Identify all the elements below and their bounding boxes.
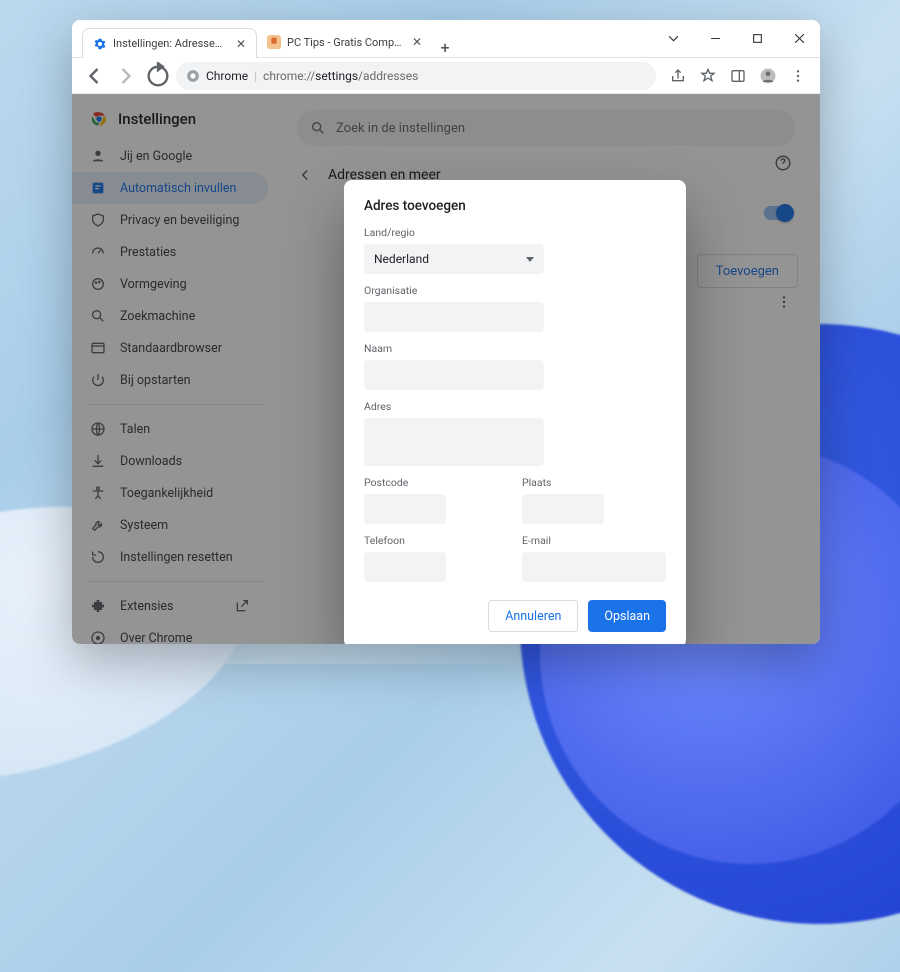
forward-button[interactable] <box>112 62 140 90</box>
site-icon <box>267 35 281 49</box>
email-label: E-mail <box>522 534 666 547</box>
close-icon[interactable]: ✕ <box>236 37 246 51</box>
cancel-button[interactable]: Annuleren <box>488 600 578 632</box>
city-input[interactable] <box>522 494 604 524</box>
close-button[interactable] <box>778 20 820 57</box>
kebab-menu-icon[interactable] <box>784 62 812 90</box>
tab-strip: Instellingen: Adressen en meer ✕ PC Tips… <box>72 20 652 57</box>
email-input[interactable] <box>522 552 666 582</box>
maximize-button[interactable] <box>736 20 778 57</box>
name-label: Naam <box>364 342 666 355</box>
dialog-title: Adres toevoegen <box>364 198 666 214</box>
tab-label: Instellingen: Adressen en meer <box>113 37 228 50</box>
minimize-button[interactable] <box>694 20 736 57</box>
toolbar: Chrome | chrome://settings/addresses <box>72 58 820 94</box>
back-button[interactable] <box>80 62 108 90</box>
org-input[interactable] <box>364 302 544 332</box>
add-address-dialog: Adres toevoegen Land/regio Nederland Org… <box>344 180 686 644</box>
postcode-input[interactable] <box>364 494 446 524</box>
url-scheme-label: Chrome <box>206 69 248 83</box>
country-select[interactable]: Nederland <box>364 244 544 274</box>
gear-icon <box>93 37 107 51</box>
reload-button[interactable] <box>144 62 172 90</box>
postcode-label: Postcode <box>364 476 508 489</box>
chrome-window: Instellingen: Adressen en meer ✕ PC Tips… <box>72 20 820 644</box>
city-label: Plaats <box>522 476 666 489</box>
chevron-down-icon[interactable] <box>652 20 694 57</box>
country-label: Land/regio <box>364 226 666 239</box>
side-panel-icon[interactable] <box>724 62 752 90</box>
address-label: Adres <box>364 400 666 413</box>
titlebar: Instellingen: Adressen en meer ✕ PC Tips… <box>72 20 820 58</box>
name-input[interactable] <box>364 360 544 390</box>
new-tab-button[interactable]: + <box>432 38 458 57</box>
tab-label: PC Tips - Gratis Computer Tips, v <box>287 36 404 49</box>
org-label: Organisatie <box>364 284 666 297</box>
bookmark-icon[interactable] <box>694 62 722 90</box>
phone-label: Telefoon <box>364 534 508 547</box>
window-controls <box>652 20 820 57</box>
tab-pctips[interactable]: PC Tips - Gratis Computer Tips, v ✕ <box>257 27 432 57</box>
close-icon[interactable]: ✕ <box>412 35 422 49</box>
chevron-down-icon <box>526 257 534 262</box>
share-icon[interactable] <box>664 62 692 90</box>
save-button[interactable]: Opslaan <box>588 600 666 632</box>
profile-icon[interactable] <box>754 62 782 90</box>
tab-settings[interactable]: Instellingen: Adressen en meer ✕ <box>82 28 257 58</box>
phone-input[interactable] <box>364 552 446 582</box>
address-input[interactable] <box>364 418 544 466</box>
chrome-icon <box>186 69 200 83</box>
url-text: chrome://settings/addresses <box>263 69 418 83</box>
address-bar[interactable]: Chrome | chrome://settings/addresses <box>176 62 656 90</box>
